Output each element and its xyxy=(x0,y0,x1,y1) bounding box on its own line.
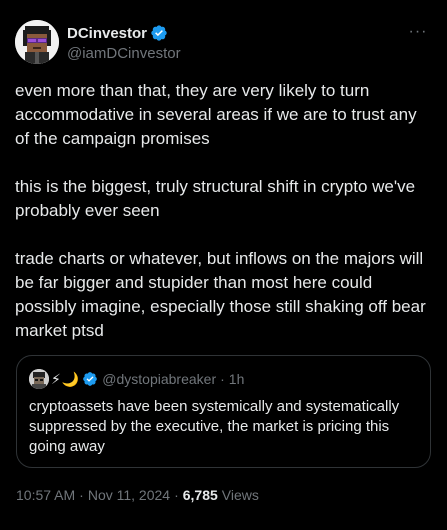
author-display-name[interactable]: DCinvestor xyxy=(67,25,147,42)
author-handle[interactable]: @iamDCinvestor xyxy=(67,45,181,62)
verified-badge-icon xyxy=(83,372,98,386)
more-options-icon[interactable]: ··· xyxy=(406,23,430,40)
quoted-author-handle[interactable]: @dystopiabreaker xyxy=(102,371,216,387)
metadata-separator: · xyxy=(174,487,179,503)
metadata-separator: · xyxy=(79,487,84,503)
tweet-paragraph: even more than that, they are very likel… xyxy=(15,81,417,148)
lightning-emoji: ⚡ xyxy=(51,371,61,387)
verified-badge-icon xyxy=(151,25,167,41)
tweet-date[interactable]: Nov 11, 2024 xyxy=(88,485,170,505)
quoted-separator: · xyxy=(220,371,225,387)
quoted-avatar-icon xyxy=(29,369,49,389)
moon-emoji: 🌙 xyxy=(61,371,80,387)
quoted-author-avatar[interactable] xyxy=(29,369,49,389)
tweet-header: DCinvestor @iamDCinvestor ··· xyxy=(15,20,432,68)
author-name-row: DCinvestor xyxy=(67,23,181,43)
tweet-metadata: 10:57 AM · Nov 11, 2024 · 6,785 Views xyxy=(16,485,259,505)
tweet-paragraph: trade charts or whatever, but inflows on… xyxy=(15,249,426,340)
quoted-timestamp[interactable]: 1h xyxy=(229,371,245,387)
views-count[interactable]: 6,785 xyxy=(183,485,218,505)
quoted-tweet-card[interactable]: ⚡ 🌙 @dystopiabreaker · 1h cryptoassets h… xyxy=(16,355,431,468)
views-label: Views xyxy=(221,487,259,503)
quoted-tweet-text: cryptoassets have been systemically and … xyxy=(29,398,400,455)
pixel-art-avatar-icon xyxy=(15,20,59,64)
tweet-paragraph: this is the biggest, truly structural sh… xyxy=(15,177,416,220)
author-avatar[interactable] xyxy=(15,20,59,64)
tweet-card: DCinvestor @iamDCinvestor ··· even more … xyxy=(0,0,447,530)
quoted-tweet-header: ⚡ 🌙 @dystopiabreaker · 1h xyxy=(29,369,244,389)
author-name-block: DCinvestor @iamDCinvestor xyxy=(67,23,181,63)
tweet-text: even more than that, they are very likel… xyxy=(15,79,435,343)
tweet-time[interactable]: 10:57 AM xyxy=(16,485,75,505)
